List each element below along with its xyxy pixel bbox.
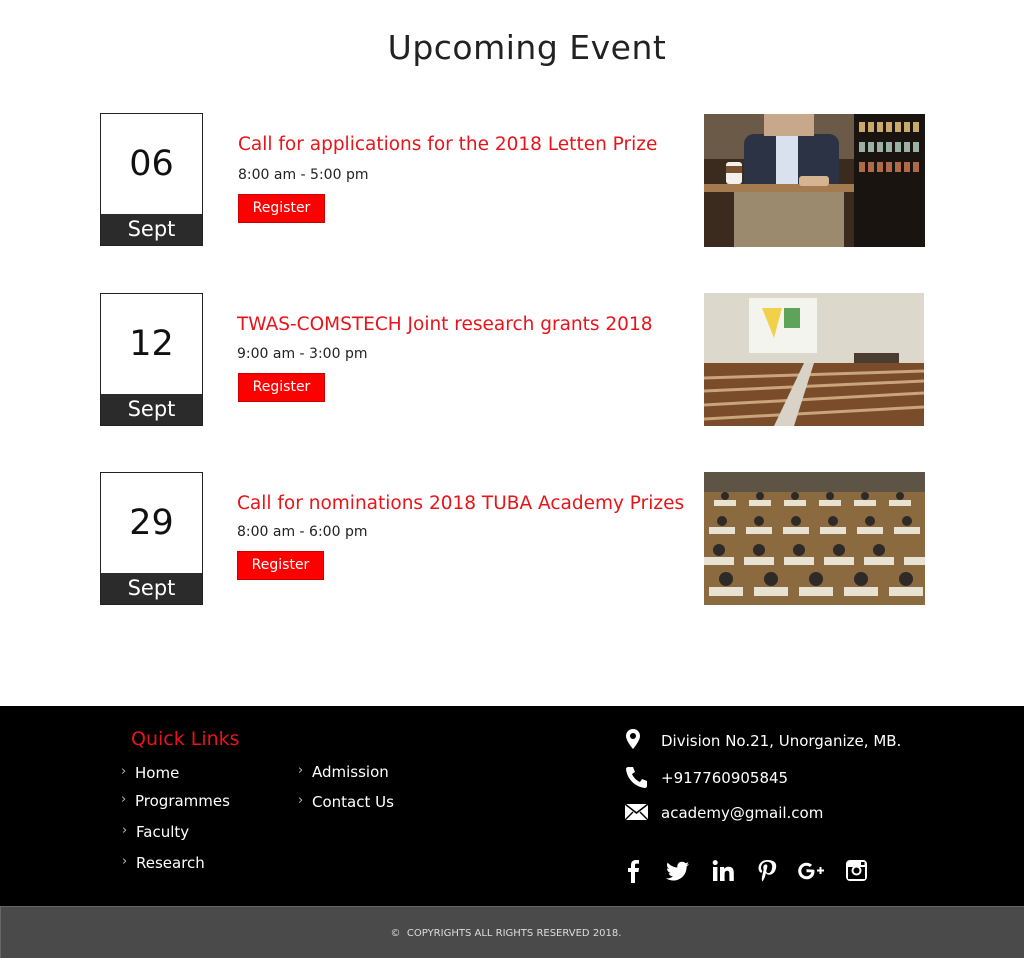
copyright-bar: © COPYRIGHTS ALL RIGHTS RESERVED 2018. [0, 906, 1024, 958]
quick-link-faculty[interactable]: › Faculty [122, 823, 189, 841]
register-button[interactable]: Register [238, 194, 325, 223]
event-date-box: 29 Sept [100, 472, 203, 605]
quick-links-title: Quick Links [131, 728, 240, 750]
event-image-exam-hall[interactable] [704, 472, 925, 605]
event-image-man-at-cafe-table[interactable] [704, 114, 925, 247]
envelope-icon [624, 800, 649, 824]
pinterest-icon[interactable] [754, 858, 780, 884]
instagram-icon[interactable] [844, 858, 870, 884]
quick-link-admission[interactable]: › Admission [298, 763, 389, 781]
register-button[interactable]: Register [238, 373, 325, 402]
chevron-right-icon: › [121, 764, 127, 779]
event-day: 29 [129, 503, 174, 543]
event-item: 06 Sept Call for applications for the 20… [100, 113, 925, 247]
map-pin-icon [625, 728, 649, 752]
event-month: Sept [101, 573, 202, 604]
event-time: 8:00 am - 6:00 pm [237, 524, 368, 540]
chevron-right-icon: › [122, 823, 128, 838]
section-title: Upcoming Event [387, 28, 667, 67]
chevron-right-icon: › [121, 792, 127, 807]
event-image-lecture-hall[interactable] [704, 293, 924, 426]
event-title[interactable]: Call for nominations 2018 TUBA Academy P… [237, 493, 684, 514]
quick-link-programmes[interactable]: › Programmes [121, 792, 230, 810]
chevron-right-icon: › [298, 793, 304, 808]
chevron-right-icon: › [122, 854, 128, 869]
event-day: 12 [129, 324, 174, 364]
event-month: Sept [101, 214, 202, 245]
copyright-text: © COPYRIGHTS ALL RIGHTS RESERVED 2018. [390, 928, 622, 939]
quick-link-research[interactable]: › Research [122, 854, 205, 872]
copyright-icon: © [390, 928, 401, 939]
footer: Quick Links › Home › Programmes › Faculty ›… [0, 706, 1024, 906]
event-title[interactable]: Call for applications for the 2018 Lette… [238, 134, 657, 155]
facebook-icon[interactable] [621, 858, 647, 884]
register-button[interactable]: Register [237, 551, 324, 580]
event-date-box: 06 Sept [100, 113, 203, 246]
linkedin-icon[interactable] [710, 858, 736, 884]
quick-link-contact-us[interactable]: › Contact Us [298, 793, 394, 811]
phone-icon [625, 765, 649, 789]
event-date-box: 12 Sept [100, 293, 203, 426]
event-title[interactable]: TWAS-COMSTECH Joint research grants 2018 [237, 314, 653, 335]
event-time: 9:00 am - 3:00 pm [237, 346, 368, 362]
twitter-icon[interactable] [665, 858, 691, 884]
event-time: 8:00 am - 5:00 pm [238, 167, 369, 183]
event-month: Sept [101, 394, 202, 425]
event-item: 29 Sept Call for nominations 2018 TUBA A… [100, 472, 925, 606]
event-item: 12 Sept TWAS-COMSTECH Joint research gra… [100, 293, 925, 427]
event-day: 06 [129, 144, 174, 184]
quick-link-home[interactable]: › Home [121, 764, 179, 782]
chevron-right-icon: › [298, 763, 304, 778]
google-plus-icon[interactable] [797, 858, 827, 884]
